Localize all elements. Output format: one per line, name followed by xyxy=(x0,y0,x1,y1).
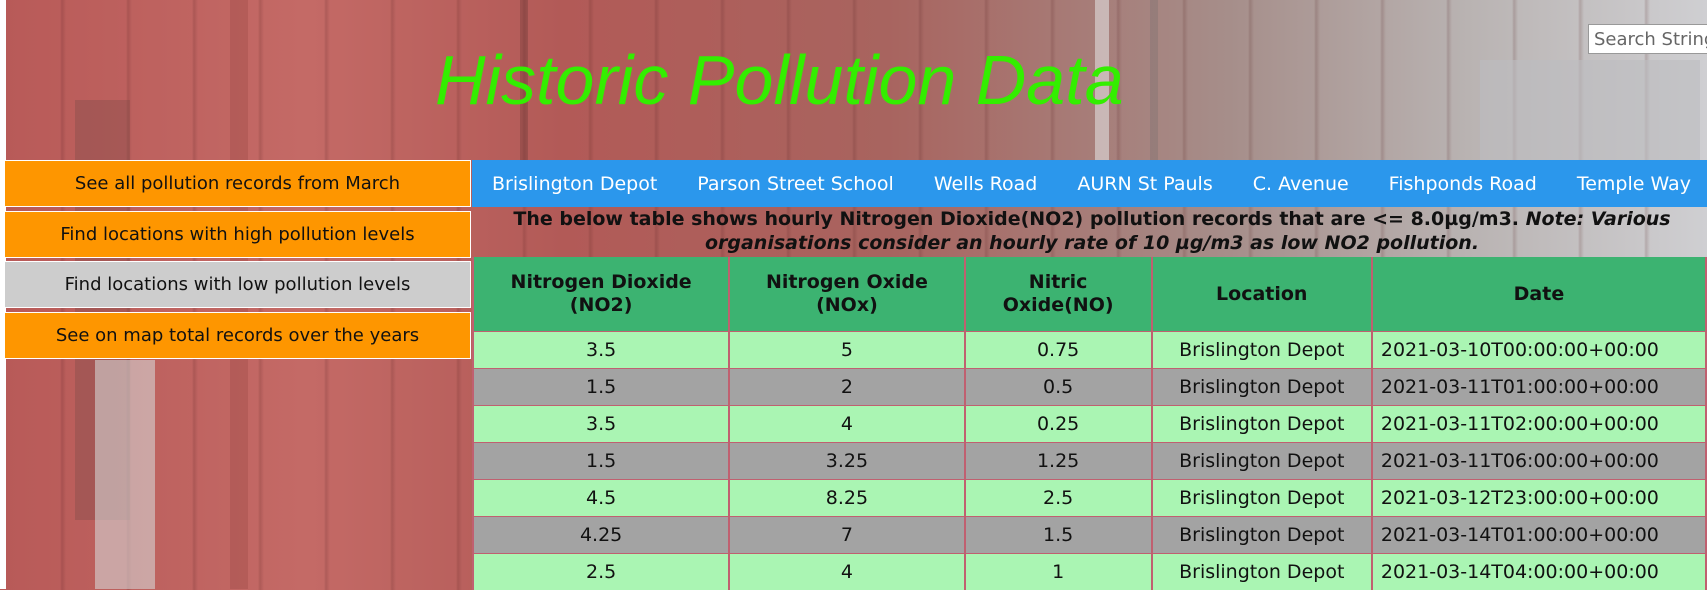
nav-item-temple-way[interactable]: Temple Way xyxy=(1557,173,1707,195)
header-no2[interactable]: Nitrogen Dioxide (NO2) xyxy=(473,257,729,332)
table-row: 4.25 7 1.5 Brislington Depot 2021-03-14T… xyxy=(473,517,1706,554)
cell-no2: 1.5 xyxy=(473,369,729,406)
cell-no2: 2.5 xyxy=(473,554,729,590)
sidebar-button-high-pollution[interactable]: Find locations with high pollution level… xyxy=(4,211,471,258)
nav-item-wells-road[interactable]: Wells Road xyxy=(914,173,1058,195)
page-title: Historic Pollution Data xyxy=(435,40,1124,120)
header-date[interactable]: Date xyxy=(1372,257,1706,332)
location-nav-bar: Brislington Depot Parson Street School W… xyxy=(472,160,1707,207)
cell-nox: 3.25 xyxy=(729,443,964,480)
cell-no: 0.75 xyxy=(965,332,1152,369)
table-row: 1.5 2 0.5 Brislington Depot 2021-03-11T0… xyxy=(473,369,1706,406)
cell-date: 2021-03-12T23:00:00+00:00 xyxy=(1372,480,1706,517)
nav-item-parson-street-school[interactable]: Parson Street School xyxy=(677,173,914,195)
cell-no: 0.25 xyxy=(965,406,1152,443)
cell-location: Brislington Depot xyxy=(1152,554,1372,590)
cell-no: 0.5 xyxy=(965,369,1152,406)
cell-nox: 8.25 xyxy=(729,480,964,517)
cell-no: 1 xyxy=(965,554,1152,590)
cell-date: 2021-03-10T00:00:00+00:00 xyxy=(1372,332,1706,369)
header-no[interactable]: Nitric Oxide(NO) xyxy=(965,257,1152,332)
header-location[interactable]: Location xyxy=(1152,257,1372,332)
table-row: 3.5 4 0.25 Brislington Depot 2021-03-11T… xyxy=(473,406,1706,443)
nav-item-fishponds-road[interactable]: Fishponds Road xyxy=(1369,173,1557,195)
nav-item-c-avenue[interactable]: C. Avenue xyxy=(1233,173,1369,195)
cell-nox: 5 xyxy=(729,332,964,369)
nav-item-brislington-depot[interactable]: Brislington Depot xyxy=(472,173,677,195)
cell-no2: 4.25 xyxy=(473,517,729,554)
cell-nox: 4 xyxy=(729,406,964,443)
table-row: 1.5 3.25 1.25 Brislington Depot 2021-03-… xyxy=(473,443,1706,480)
cell-nox: 4 xyxy=(729,554,964,590)
cell-no2: 3.5 xyxy=(473,406,729,443)
cell-date: 2021-03-14T04:00:00+00:00 xyxy=(1372,554,1706,590)
header-nox[interactable]: Nitrogen Oxide (NOx) xyxy=(729,257,964,332)
cell-location: Brislington Depot xyxy=(1152,406,1372,443)
search-input[interactable] xyxy=(1588,24,1707,54)
cell-no2: 1.5 xyxy=(473,443,729,480)
table-row: 2.5 4 1 Brislington Depot 2021-03-14T04:… xyxy=(473,554,1706,590)
table-row: 3.5 5 0.75 Brislington Depot 2021-03-10T… xyxy=(473,332,1706,369)
cell-no: 1.25 xyxy=(965,443,1152,480)
cell-no: 1.5 xyxy=(965,517,1152,554)
cell-date: 2021-03-14T01:00:00+00:00 xyxy=(1372,517,1706,554)
sidebar-button-march-records[interactable]: See all pollution records from March xyxy=(4,160,471,207)
table-header-row: Nitrogen Dioxide (NO2) Nitrogen Oxide (N… xyxy=(473,257,1706,332)
cell-location: Brislington Depot xyxy=(1152,369,1372,406)
cell-date: 2021-03-11T01:00:00+00:00 xyxy=(1372,369,1706,406)
cell-date: 2021-03-11T02:00:00+00:00 xyxy=(1372,406,1706,443)
cell-date: 2021-03-11T06:00:00+00:00 xyxy=(1372,443,1706,480)
cell-no2: 3.5 xyxy=(473,332,729,369)
description-main: The below table shows hourly Nitrogen Di… xyxy=(513,208,1519,230)
cell-nox: 7 xyxy=(729,517,964,554)
cell-location: Brislington Depot xyxy=(1152,480,1372,517)
nav-item-aurn-st-pauls[interactable]: AURN St Pauls xyxy=(1057,173,1232,195)
table-row: 4.5 8.25 2.5 Brislington Depot 2021-03-1… xyxy=(473,480,1706,517)
sidebar-button-map-records[interactable]: See on map total records over the years xyxy=(4,312,471,359)
sidebar-button-low-pollution[interactable]: Find locations with low pollution levels xyxy=(4,261,471,308)
cell-nox: 2 xyxy=(729,369,964,406)
cell-no: 2.5 xyxy=(965,480,1152,517)
cell-no2: 4.5 xyxy=(473,480,729,517)
table-description: The below table shows hourly Nitrogen Di… xyxy=(472,207,1707,258)
pollution-table: Nitrogen Dioxide (NO2) Nitrogen Oxide (N… xyxy=(472,257,1707,590)
cell-location: Brislington Depot xyxy=(1152,517,1372,554)
cell-location: Brislington Depot xyxy=(1152,443,1372,480)
cell-location: Brislington Depot xyxy=(1152,332,1372,369)
